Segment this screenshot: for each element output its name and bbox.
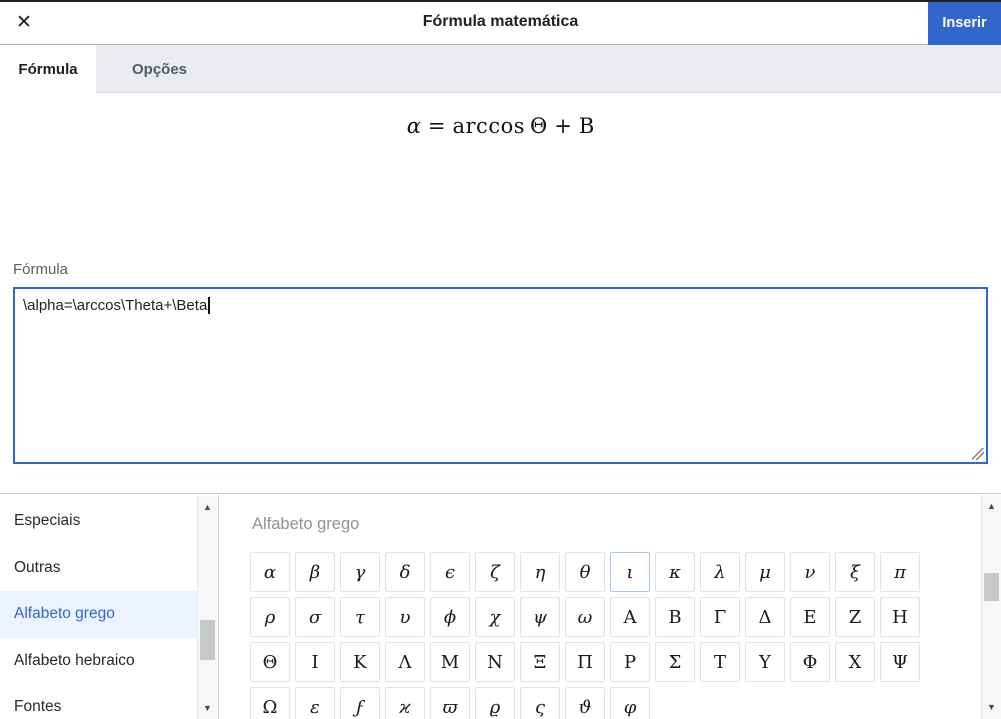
symbol-cell[interactable]: η: [520, 552, 560, 592]
category-sidebar: Especiais Outras Alfabeto grego Alfabeto he…: [0, 495, 219, 719]
symbol-cell[interactable]: ς: [520, 687, 560, 719]
scroll-up-icon[interactable]: ▲: [982, 501, 1001, 511]
symbol-cell[interactable]: Α: [610, 597, 650, 637]
formula-preview: α = arccos Θ + B: [0, 114, 1001, 138]
symbol-cell[interactable]: δ: [385, 552, 425, 592]
symbol-cell[interactable]: Β: [655, 597, 695, 637]
symbol-cell[interactable]: ϱ: [475, 687, 515, 719]
symbol-cell[interactable]: ρ: [250, 597, 290, 637]
preview-arccos: arccos: [452, 114, 526, 138]
symbol-cell[interactable]: π: [880, 552, 920, 592]
scroll-up-icon[interactable]: ▲: [198, 502, 217, 512]
symbol-cell[interactable]: κ: [655, 552, 695, 592]
symbol-cell[interactable]: φ: [610, 687, 650, 719]
scroll-down-icon[interactable]: ▼: [198, 703, 217, 713]
dialog-top-border: [0, 0, 1001, 2]
symbol-cell[interactable]: ϑ: [565, 687, 605, 719]
symbol-cell[interactable]: Ν: [475, 642, 515, 682]
formula-input-label: Fórmula: [13, 261, 69, 278]
symbol-cell[interactable]: ε: [295, 687, 335, 719]
sidebar-item-fontes[interactable]: Fontes: [0, 684, 197, 719]
resize-handle-icon[interactable]: [972, 448, 984, 460]
dialog-title: Fórmula matemática: [422, 13, 579, 30]
symbol-grid: αβγδϵζηθικλμνξπ ρστυϕχψωΑΒΓΔΕΖΗ ΘΙΚΛΜΝΞΠΡΣ…: [250, 552, 922, 719]
symbol-cell[interactable]: Θ: [250, 642, 290, 682]
symbol-cell[interactable]: ω: [565, 597, 605, 637]
symbol-cell[interactable]: ν: [790, 552, 830, 592]
symbol-cell[interactable]: ϝ: [340, 687, 380, 719]
formula-textarea[interactable]: \alpha=\arccos\Theta+\Beta: [13, 287, 988, 464]
preview-theta: Θ: [530, 114, 548, 138]
panel-scrollbar-thumb[interactable]: [984, 573, 999, 601]
symbol-cell[interactable]: θ: [565, 552, 605, 592]
symbol-cell[interactable]: Ψ: [880, 642, 920, 682]
preview-equals: =: [427, 114, 446, 138]
symbol-cell[interactable]: γ: [340, 552, 380, 592]
tab-options[interactable]: Opções: [108, 45, 211, 93]
tab-formula[interactable]: Fórmula: [0, 45, 96, 93]
preview-alpha: α: [406, 114, 421, 138]
symbol-cell[interactable]: Ρ: [610, 642, 650, 682]
panel-scrollbar[interactable]: ▲ ▼: [981, 495, 1001, 719]
tab-bar: Fórmula Opções: [0, 45, 1001, 93]
sidebar-item-outras[interactable]: Outras: [0, 545, 197, 592]
symbol-cell[interactable]: Φ: [790, 642, 830, 682]
symbol-cell[interactable]: Ε: [790, 597, 830, 637]
symbol-cell[interactable]: χ: [475, 597, 515, 637]
sidebar-scrollbar-thumb[interactable]: [200, 620, 215, 660]
symbol-cell[interactable]: Γ: [700, 597, 740, 637]
formula-text: \alpha=\arccos\Theta+\Beta: [23, 297, 972, 314]
preview-beta: B: [578, 114, 595, 138]
symbol-cell[interactable]: β: [295, 552, 335, 592]
symbol-cell[interactable]: Κ: [340, 642, 380, 682]
category-list: Especiais Outras Alfabeto grego Alfabeto he…: [0, 498, 197, 719]
symbol-cell[interactable]: ϕ: [430, 597, 470, 637]
preview-plus: +: [554, 114, 572, 138]
symbol-cell[interactable]: Ι: [295, 642, 335, 682]
symbol-cell[interactable]: ι: [610, 552, 650, 592]
symbol-cell[interactable]: Λ: [385, 642, 425, 682]
symbol-cell[interactable]: ψ: [520, 597, 560, 637]
symbol-cell[interactable]: ϰ: [385, 687, 425, 719]
symbol-cell[interactable]: σ: [295, 597, 335, 637]
sidebar-scrollbar[interactable]: ▲ ▼: [197, 496, 217, 719]
symbol-cell[interactable]: ϖ: [430, 687, 470, 719]
symbol-cell[interactable]: Χ: [835, 642, 875, 682]
sidebar-item-alfabeto-hebraico[interactable]: Alfabeto hebraico: [0, 638, 197, 685]
symbol-cell[interactable]: α: [250, 552, 290, 592]
dialog-header: ✕ Fórmula matemática Inserir: [0, 0, 1001, 45]
symbol-cell[interactable]: Ω: [250, 687, 290, 719]
symbol-cell[interactable]: Υ: [745, 642, 785, 682]
symbol-cell[interactable]: Π: [565, 642, 605, 682]
symbol-cell[interactable]: μ: [745, 552, 785, 592]
scroll-down-icon[interactable]: ▼: [982, 702, 1001, 712]
symbol-panel-heading: Alfabeto grego: [252, 515, 360, 533]
symbol-cell[interactable]: ξ: [835, 552, 875, 592]
sidebar-item-alfabeto-grego[interactable]: Alfabeto grego: [0, 591, 197, 638]
symbol-panel: Alfabeto grego αβγδϵζηθικλμνξπ ρστυϕχψωΑΒ…: [220, 495, 981, 719]
symbol-cell[interactable]: Η: [880, 597, 920, 637]
symbol-cell[interactable]: ϵ: [430, 552, 470, 592]
symbol-cell[interactable]: Τ: [700, 642, 740, 682]
insert-button[interactable]: Inserir: [928, 0, 1001, 45]
symbol-cell[interactable]: Ξ: [520, 642, 560, 682]
sidebar-item-especiais[interactable]: Especiais: [0, 498, 197, 545]
symbol-cell[interactable]: ζ: [475, 552, 515, 592]
symbol-booklet: Especiais Outras Alfabeto grego Alfabeto he…: [0, 493, 1001, 719]
symbol-cell[interactable]: Μ: [430, 642, 470, 682]
symbol-cell[interactable]: υ: [385, 597, 425, 637]
symbol-cell[interactable]: Ζ: [835, 597, 875, 637]
symbol-cell[interactable]: λ: [700, 552, 740, 592]
text-cursor: [208, 297, 211, 314]
symbol-cell[interactable]: Δ: [745, 597, 785, 637]
math-formula-dialog: ✕ Fórmula matemática Inserir Fórmula Opç…: [0, 0, 1001, 719]
symbol-cell[interactable]: Σ: [655, 642, 695, 682]
symbol-cell[interactable]: τ: [340, 597, 380, 637]
